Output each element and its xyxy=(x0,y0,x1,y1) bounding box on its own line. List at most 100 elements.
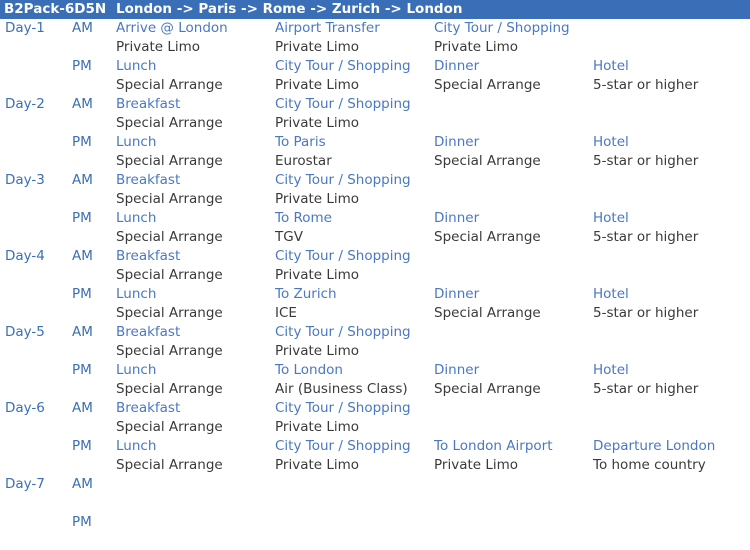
detail-cell: Special Arrange xyxy=(116,229,223,245)
period-label: AM xyxy=(72,96,93,112)
activity-cell: Lunch xyxy=(116,286,157,302)
itinerary-row-activity: PM Lunch To Paris Dinner Hotel xyxy=(0,133,750,152)
activity-cell: Dinner xyxy=(434,210,480,226)
detail-cell: Special Arrange xyxy=(116,381,223,397)
activity-cell: To Rome xyxy=(275,210,332,226)
detail-cell: Private Limo xyxy=(275,115,360,131)
detail-cell: To home country xyxy=(593,457,706,473)
period-label: PM xyxy=(72,210,92,226)
package-code: B2Pack-6D5N xyxy=(4,1,107,17)
activity-cell: Breakfast xyxy=(116,96,181,112)
itinerary-row-activity: Day-2 AM Breakfast City Tour / Shopping xyxy=(0,95,750,114)
period-label: AM xyxy=(72,248,93,264)
itinerary-row-detail: Special Arrange Private Limo xyxy=(0,342,750,361)
detail-cell: 5-star or higher xyxy=(593,229,699,245)
activity-cell: To London Airport xyxy=(434,438,553,454)
activity-cell: To London xyxy=(275,362,343,378)
activity-cell: Breakfast xyxy=(116,172,181,188)
detail-cell: Private Limo xyxy=(275,419,360,435)
day-label: Day-6 xyxy=(5,400,45,416)
activity-cell: Dinner xyxy=(434,286,480,302)
itinerary-row-activity: PM Lunch To Zurich Dinner Hotel xyxy=(0,285,750,304)
detail-cell: Special Arrange xyxy=(434,229,541,245)
period-label: PM xyxy=(72,58,92,74)
detail-cell: Air (Business Class) xyxy=(275,381,408,397)
detail-cell: Private Limo xyxy=(275,343,360,359)
detail-cell: Special Arrange xyxy=(116,115,223,131)
itinerary-row-activity: PM Lunch City Tour / Shopping Dinner Hotel xyxy=(0,57,750,76)
itinerary-row-activity: PM Lunch City Tour / Shopping To London Air… xyxy=(0,437,750,456)
itinerary-row-detail: Special Arrange Private Limo xyxy=(0,418,750,437)
detail-cell: Special Arrange xyxy=(434,305,541,321)
detail-cell: Private Limo xyxy=(434,39,519,55)
activity-cell: City Tour / Shopping xyxy=(275,324,411,340)
activity-cell: Airport Transfer xyxy=(275,20,380,36)
itinerary-row-detail: Special Arrange TGV Special Arrange 5-star … xyxy=(0,228,750,247)
activity-cell: Hotel xyxy=(593,58,629,74)
activity-cell: Lunch xyxy=(116,134,157,150)
detail-cell: Eurostar xyxy=(275,153,332,169)
itinerary-row-detail: Private Limo Private Limo Private Limo xyxy=(0,38,750,57)
period-label: PM xyxy=(72,286,92,302)
activity-cell: Hotel xyxy=(593,286,629,302)
detail-cell: Private Limo xyxy=(275,39,360,55)
itinerary-row-detail: Special Arrange Eurostar Special Arrange 5-… xyxy=(0,152,750,171)
itinerary-row-detail: Special Arrange Private Limo xyxy=(0,190,750,209)
activity-cell: Breakfast xyxy=(116,248,181,264)
itinerary-row-detail: Special Arrange ICE Special Arrange 5-star … xyxy=(0,304,750,323)
activity-cell: Arrive @ London xyxy=(116,20,228,36)
detail-cell: Special Arrange xyxy=(116,153,223,169)
day-label: Day-3 xyxy=(5,172,45,188)
detail-cell: Special Arrange xyxy=(434,77,541,93)
period-label: PM xyxy=(72,438,92,454)
itinerary-row-activity: PM Lunch To London Dinner Hotel xyxy=(0,361,750,380)
detail-cell: 5-star or higher xyxy=(593,381,699,397)
itinerary-row-activity: Day-7 AM xyxy=(0,475,750,494)
activity-cell: Hotel xyxy=(593,210,629,226)
detail-cell: 5-star or higher xyxy=(593,77,699,93)
activity-cell: City Tour / Shopping xyxy=(275,438,411,454)
detail-cell: Special Arrange xyxy=(434,381,541,397)
activity-cell: Departure London xyxy=(593,438,716,454)
period-label: PM xyxy=(72,134,92,150)
activity-cell: Breakfast xyxy=(116,324,181,340)
detail-cell: ICE xyxy=(275,305,297,321)
itinerary-row-activity: PM Lunch To Rome Dinner Hotel xyxy=(0,209,750,228)
itinerary-header: B2Pack-6D5N London -> Paris -> Rome -> Z… xyxy=(0,0,750,19)
itinerary-row-activity: Day-1 AM Arrive @ London Airport Transfer Ci… xyxy=(0,19,750,38)
day-label: Day-7 xyxy=(5,476,45,492)
day-label: Day-2 xyxy=(5,96,45,112)
detail-cell: Private Limo xyxy=(275,457,360,473)
detail-cell: Private Limo xyxy=(275,77,360,93)
itinerary-row-activity: PM xyxy=(0,513,750,532)
activity-cell: City Tour / Shopping xyxy=(275,248,411,264)
itinerary-row-activity: Day-3 AM Breakfast City Tour / Shopping xyxy=(0,171,750,190)
detail-cell: Private Limo xyxy=(434,457,519,473)
detail-cell: Special Arrange xyxy=(434,153,541,169)
period-label: AM xyxy=(72,476,93,492)
itinerary-row-detail xyxy=(0,494,750,513)
detail-cell: Private Limo xyxy=(275,191,360,207)
activity-cell: Lunch xyxy=(116,210,157,226)
detail-cell: Private Limo xyxy=(275,267,360,283)
activity-cell: Lunch xyxy=(116,58,157,74)
detail-cell: Special Arrange xyxy=(116,457,223,473)
period-label: AM xyxy=(72,400,93,416)
day-label: Day-4 xyxy=(5,248,45,264)
activity-cell: City Tour / Shopping xyxy=(275,400,411,416)
itinerary-row-detail: Special Arrange Private Limo xyxy=(0,114,750,133)
detail-cell: 5-star or higher xyxy=(593,305,699,321)
detail-cell: Special Arrange xyxy=(116,343,223,359)
activity-cell: Dinner xyxy=(434,362,480,378)
itinerary-row-activity: Day-4 AM Breakfast City Tour / Shopping xyxy=(0,247,750,266)
detail-cell: Special Arrange xyxy=(116,191,223,207)
activity-cell: Lunch xyxy=(116,438,157,454)
activity-cell: Dinner xyxy=(434,134,480,150)
activity-cell: City Tour / Shopping xyxy=(275,96,411,112)
period-label: AM xyxy=(72,324,93,340)
activity-cell: City Tour / Shopping xyxy=(275,58,411,74)
detail-cell: Special Arrange xyxy=(116,267,223,283)
itinerary-row-activity: Day-6 AM Breakfast City Tour / Shopping xyxy=(0,399,750,418)
detail-cell: Private Limo xyxy=(116,39,201,55)
detail-cell: Special Arrange xyxy=(116,419,223,435)
